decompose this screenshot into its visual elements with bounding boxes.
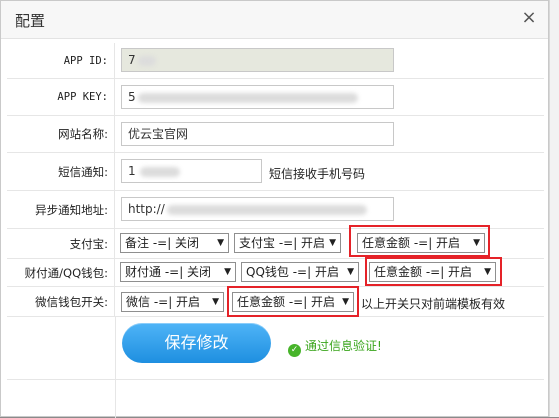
tenpay-label: 财付通/QQ钱包:: [7, 259, 115, 286]
alipay-remark-select[interactable]: 备注 -=| 关闭 ▼: [120, 233, 229, 253]
notify-url-value: http://: [128, 202, 165, 216]
alipay-channel-select[interactable]: 支付宝 -=| 开启 ▼: [234, 233, 341, 253]
app-key-value: 5: [128, 90, 136, 104]
app-id-input[interactable]: 7: [121, 48, 394, 72]
app-id-label: APP ID:: [7, 43, 115, 78]
background-strip: [549, 0, 559, 417]
alipay-any-amount-select[interactable]: 任意金额 -=| 开启 ▼: [357, 233, 485, 253]
notify-url-label: 异步通知地址:: [7, 191, 115, 228]
bottom-divider: [7, 379, 544, 380]
app-key-label: APP KEY:: [7, 79, 115, 115]
tenpay-any-amount-select-value: 任意金额 -=| 开启: [374, 265, 473, 279]
sms-redaction: [139, 166, 180, 177]
sms-input[interactable]: 1: [121, 159, 262, 183]
sms-value: 1: [128, 164, 136, 178]
wechat-select-value: 微信 -=| 开启: [126, 295, 201, 309]
wechat-select[interactable]: 微信 -=| 开启 ▼: [121, 292, 224, 312]
validation-status: ✓ 通过信息验证!: [288, 337, 382, 357]
save-button[interactable]: 保存修改: [122, 323, 271, 363]
qq-wallet-select[interactable]: QQ钱包 -=| 开启 ▼: [241, 262, 359, 282]
chevron-down-icon: ▼: [212, 297, 219, 307]
wechat-label: 微信钱包开关:: [7, 287, 115, 316]
app-id-redaction: [137, 55, 156, 66]
check-circle-icon: ✓: [288, 344, 301, 357]
site-name-input[interactable]: 优云宝官网: [121, 122, 394, 146]
alipay-channel-select-value: 支付宝 -=| 开启: [239, 236, 326, 250]
chevron-down-icon: ▼: [484, 267, 491, 277]
column-divider: [115, 317, 116, 379]
column-divider: [115, 379, 116, 418]
notify-url-redaction: [166, 204, 367, 215]
alipay-any-amount-select-value: 任意金额 -=| 开启: [362, 236, 461, 250]
chevron-down-icon: ▼: [342, 297, 349, 307]
chevron-down-icon: ▼: [347, 267, 354, 277]
tenpay-any-amount-select[interactable]: 任意金额 -=| 开启 ▼: [369, 262, 496, 282]
chevron-down-icon: ▼: [224, 267, 231, 277]
notify-url-input[interactable]: http://: [121, 197, 394, 221]
app-key-redaction: [137, 92, 358, 103]
wechat-any-amount-select-value: 任意金额 -=| 开启: [237, 295, 336, 309]
dialog-titlebar: 配置 ×: [1, 1, 548, 39]
tenpay-select-value: 财付通 -=| 关闭: [125, 265, 212, 279]
alipay-label: 支付宝:: [7, 229, 115, 258]
qq-wallet-select-value: QQ钱包 -=| 开启: [246, 265, 339, 279]
wechat-note: 以上开关只对前端模板有效: [361, 297, 506, 311]
close-icon[interactable]: ×: [520, 9, 538, 27]
chevron-down-icon: ▼: [473, 238, 480, 248]
app-id-value: 7: [128, 53, 136, 67]
config-dialog: 配置 × APP ID: 7 APP KEY: 5 网站名称: 优云宝官网 短信…: [0, 0, 549, 418]
chevron-down-icon: ▼: [329, 238, 336, 248]
tenpay-select[interactable]: 财付通 -=| 关闭 ▼: [120, 262, 236, 282]
sms-label: 短信通知:: [7, 153, 115, 190]
site-name-label: 网站名称:: [7, 116, 115, 152]
chevron-down-icon: ▼: [217, 238, 224, 248]
app-key-input[interactable]: 5: [121, 85, 394, 109]
validation-status-text: 通过信息验证!: [305, 339, 382, 353]
wechat-any-amount-select[interactable]: 任意金额 -=| 开启 ▼: [232, 292, 354, 312]
dialog-title: 配置: [15, 12, 46, 30]
sms-hint: 短信接收手机号码: [269, 167, 366, 181]
alipay-remark-select-value: 备注 -=| 关闭: [125, 236, 200, 250]
